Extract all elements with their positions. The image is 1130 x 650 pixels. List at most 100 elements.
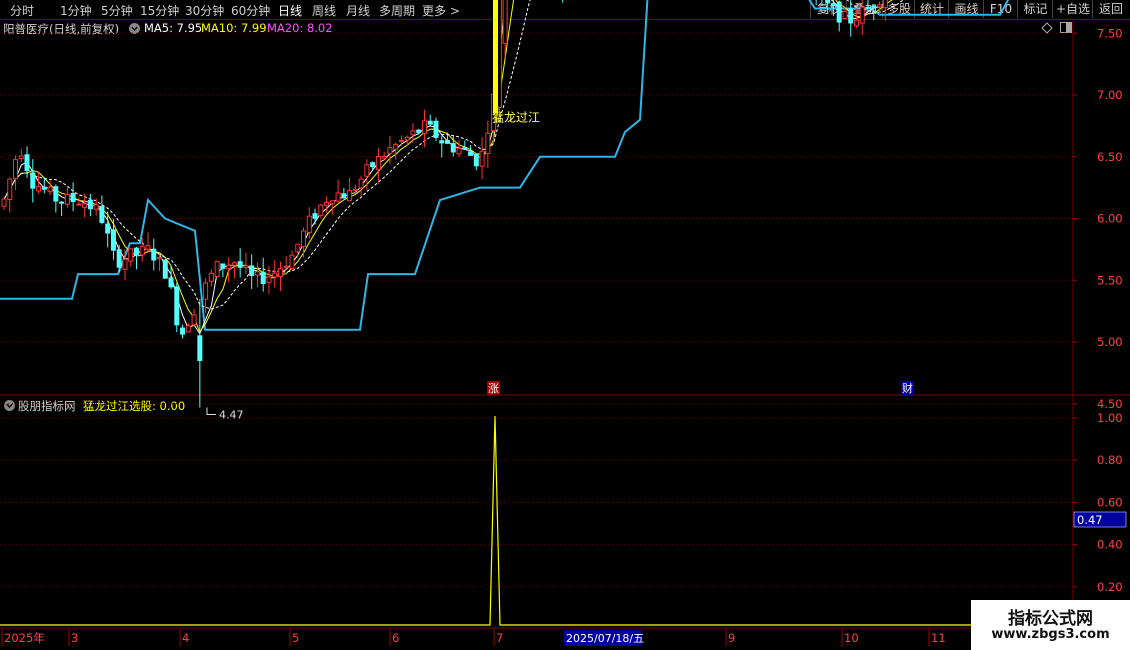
grid-lines (0, 20, 1130, 650)
candle-body (47, 186, 53, 193)
candle-body (122, 258, 128, 270)
indicator-tick-label: 0.40 (1097, 538, 1123, 552)
candle-body (312, 213, 318, 219)
candle-body (1, 198, 7, 207)
watermark: 指标公式网 www.zbgs3.com (971, 600, 1130, 650)
candle-body (468, 151, 474, 156)
price-tick-label: 6.50 (1097, 150, 1123, 164)
candle-body (410, 130, 416, 136)
candle-body (139, 245, 145, 256)
candle-body (76, 203, 82, 206)
candle-body (116, 249, 122, 268)
candle-body (352, 189, 358, 192)
candle-body (450, 143, 456, 153)
candle-body (445, 140, 451, 144)
candle-body (254, 271, 260, 276)
time-tick-label: 2025年 (4, 631, 45, 645)
candle-body (231, 262, 237, 266)
candle-body (18, 155, 24, 159)
candle-body (237, 261, 243, 268)
candle-body (318, 204, 324, 216)
candle-body (473, 154, 479, 167)
price-tick-label: 7.50 (1097, 26, 1123, 40)
candle-body (168, 277, 174, 288)
time-tick-label: 11 (931, 631, 946, 645)
time-tick-label: 7 (496, 631, 503, 645)
candle-body (24, 154, 30, 172)
moving-averages (3, 0, 904, 335)
candle-body (398, 139, 404, 142)
candle-body (70, 193, 76, 202)
annotations: 猛龙过江9.864.47涨财 (206, 0, 914, 421)
low-price-label: 4.47 (219, 408, 244, 421)
candle-body (13, 159, 19, 179)
candle-body (157, 257, 163, 260)
candle-body (370, 162, 376, 168)
candle-body (393, 143, 399, 150)
time-tick-label: 4 (182, 631, 189, 645)
candle-body (836, 1, 842, 23)
cursor-value-label: 0.47 (1077, 513, 1103, 527)
candle-body (82, 203, 88, 208)
candle-body (439, 140, 445, 144)
candle-body (87, 199, 93, 210)
price-tick-label: 5.50 (1097, 273, 1123, 287)
candle-body (93, 204, 99, 210)
candle-body (427, 120, 433, 125)
candle-body (260, 271, 266, 284)
kline-chart[interactable]: 猛龙过江9.864.47涨财 9.509.008.508.007.507.006… (0, 0, 1130, 650)
time-tick-label: 9 (728, 631, 735, 645)
candle-body (289, 254, 295, 269)
candle-body (347, 189, 353, 202)
candle-body (842, 10, 848, 20)
time-tick-label: 5 (292, 631, 299, 645)
candle-body (151, 248, 157, 261)
candle-body (848, 8, 854, 24)
candle-body (64, 193, 70, 205)
indicator-line (0, 415, 971, 626)
candle-body (485, 132, 491, 155)
candle-body (295, 243, 301, 253)
candle-body (381, 155, 387, 159)
candle-body (197, 335, 203, 362)
candle-body (36, 186, 42, 192)
candle-body (502, 0, 508, 44)
candle-body (249, 265, 255, 276)
candle-body (59, 201, 65, 204)
candle-body (865, 6, 871, 9)
candle-body (185, 325, 191, 333)
time-axis: 2025年 3 4 5 6 7 9 10 11 2025/07/18/五 (1, 629, 946, 646)
candle-body (358, 178, 364, 189)
candle-body (456, 147, 462, 155)
candle-body (110, 229, 116, 251)
indicator-tick-label: 1.00 (1097, 411, 1123, 425)
price-tick-label: 6.00 (1097, 212, 1123, 226)
candle-body (214, 261, 220, 277)
candle-body (220, 263, 226, 269)
time-tick-label: 10 (844, 631, 859, 645)
time-tick-label: 3 (71, 631, 78, 645)
candle-body (462, 147, 468, 150)
watermark-url: www.zbgs3.com (991, 627, 1110, 642)
cursor-date-label: 2025/07/18/五 (566, 632, 644, 645)
candle-body (416, 129, 422, 134)
candle-body (145, 245, 151, 250)
ma-line (3, 0, 889, 335)
candle-body (375, 156, 381, 170)
candle-body (105, 223, 111, 234)
candle-body (174, 286, 180, 326)
candle-body (871, 5, 877, 9)
signal-bar (493, 0, 498, 114)
price-axis: 9.509.008.508.007.507.006.506.005.505.00… (1073, 26, 1127, 594)
candle-body (30, 172, 36, 189)
price-tick-label: 4.50 (1097, 397, 1123, 411)
time-tick-label: 6 (392, 631, 399, 645)
indicator-plot (0, 415, 971, 626)
candle-body (364, 164, 370, 177)
candle-body (830, 3, 836, 6)
ma-line (3, 0, 904, 310)
signal-label: 猛龙过江 (492, 111, 540, 125)
candle-body (226, 264, 232, 270)
candle-body (825, 0, 831, 4)
candle-body (341, 193, 347, 199)
